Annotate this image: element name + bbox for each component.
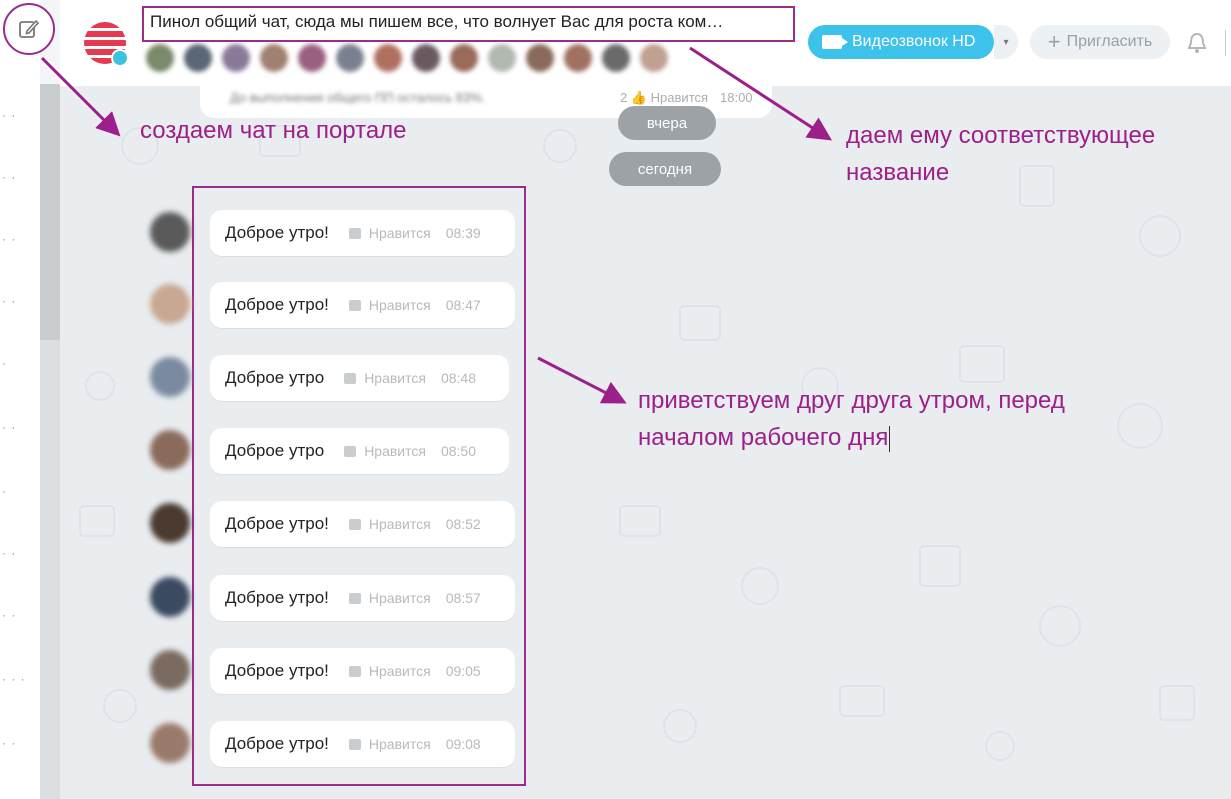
- arrow-create-chat: [40, 56, 121, 137]
- annotation-name-chat-line2: название: [846, 159, 950, 186]
- annotation-name-chat-line1: даем ему соответствующее: [846, 122, 1156, 149]
- annotation-greeting-line2: началом рабочего дня: [638, 419, 1065, 456]
- annotation-create-chat: создаем чат на портале: [140, 117, 407, 144]
- annotation-greeting-line2-text: началом рабочего дня: [638, 424, 889, 451]
- text-caret: [889, 425, 891, 452]
- annotation-greeting-line1: приветствуем друг друга утром, перед: [638, 387, 1065, 414]
- annotation-name-chat: даем ему соответствующее название: [846, 117, 1155, 191]
- arrow-name-chat: [689, 46, 833, 141]
- annotation-greeting: приветствуем друг друга утром, перед нач…: [638, 382, 1065, 456]
- arrow-greeting: [537, 356, 627, 404]
